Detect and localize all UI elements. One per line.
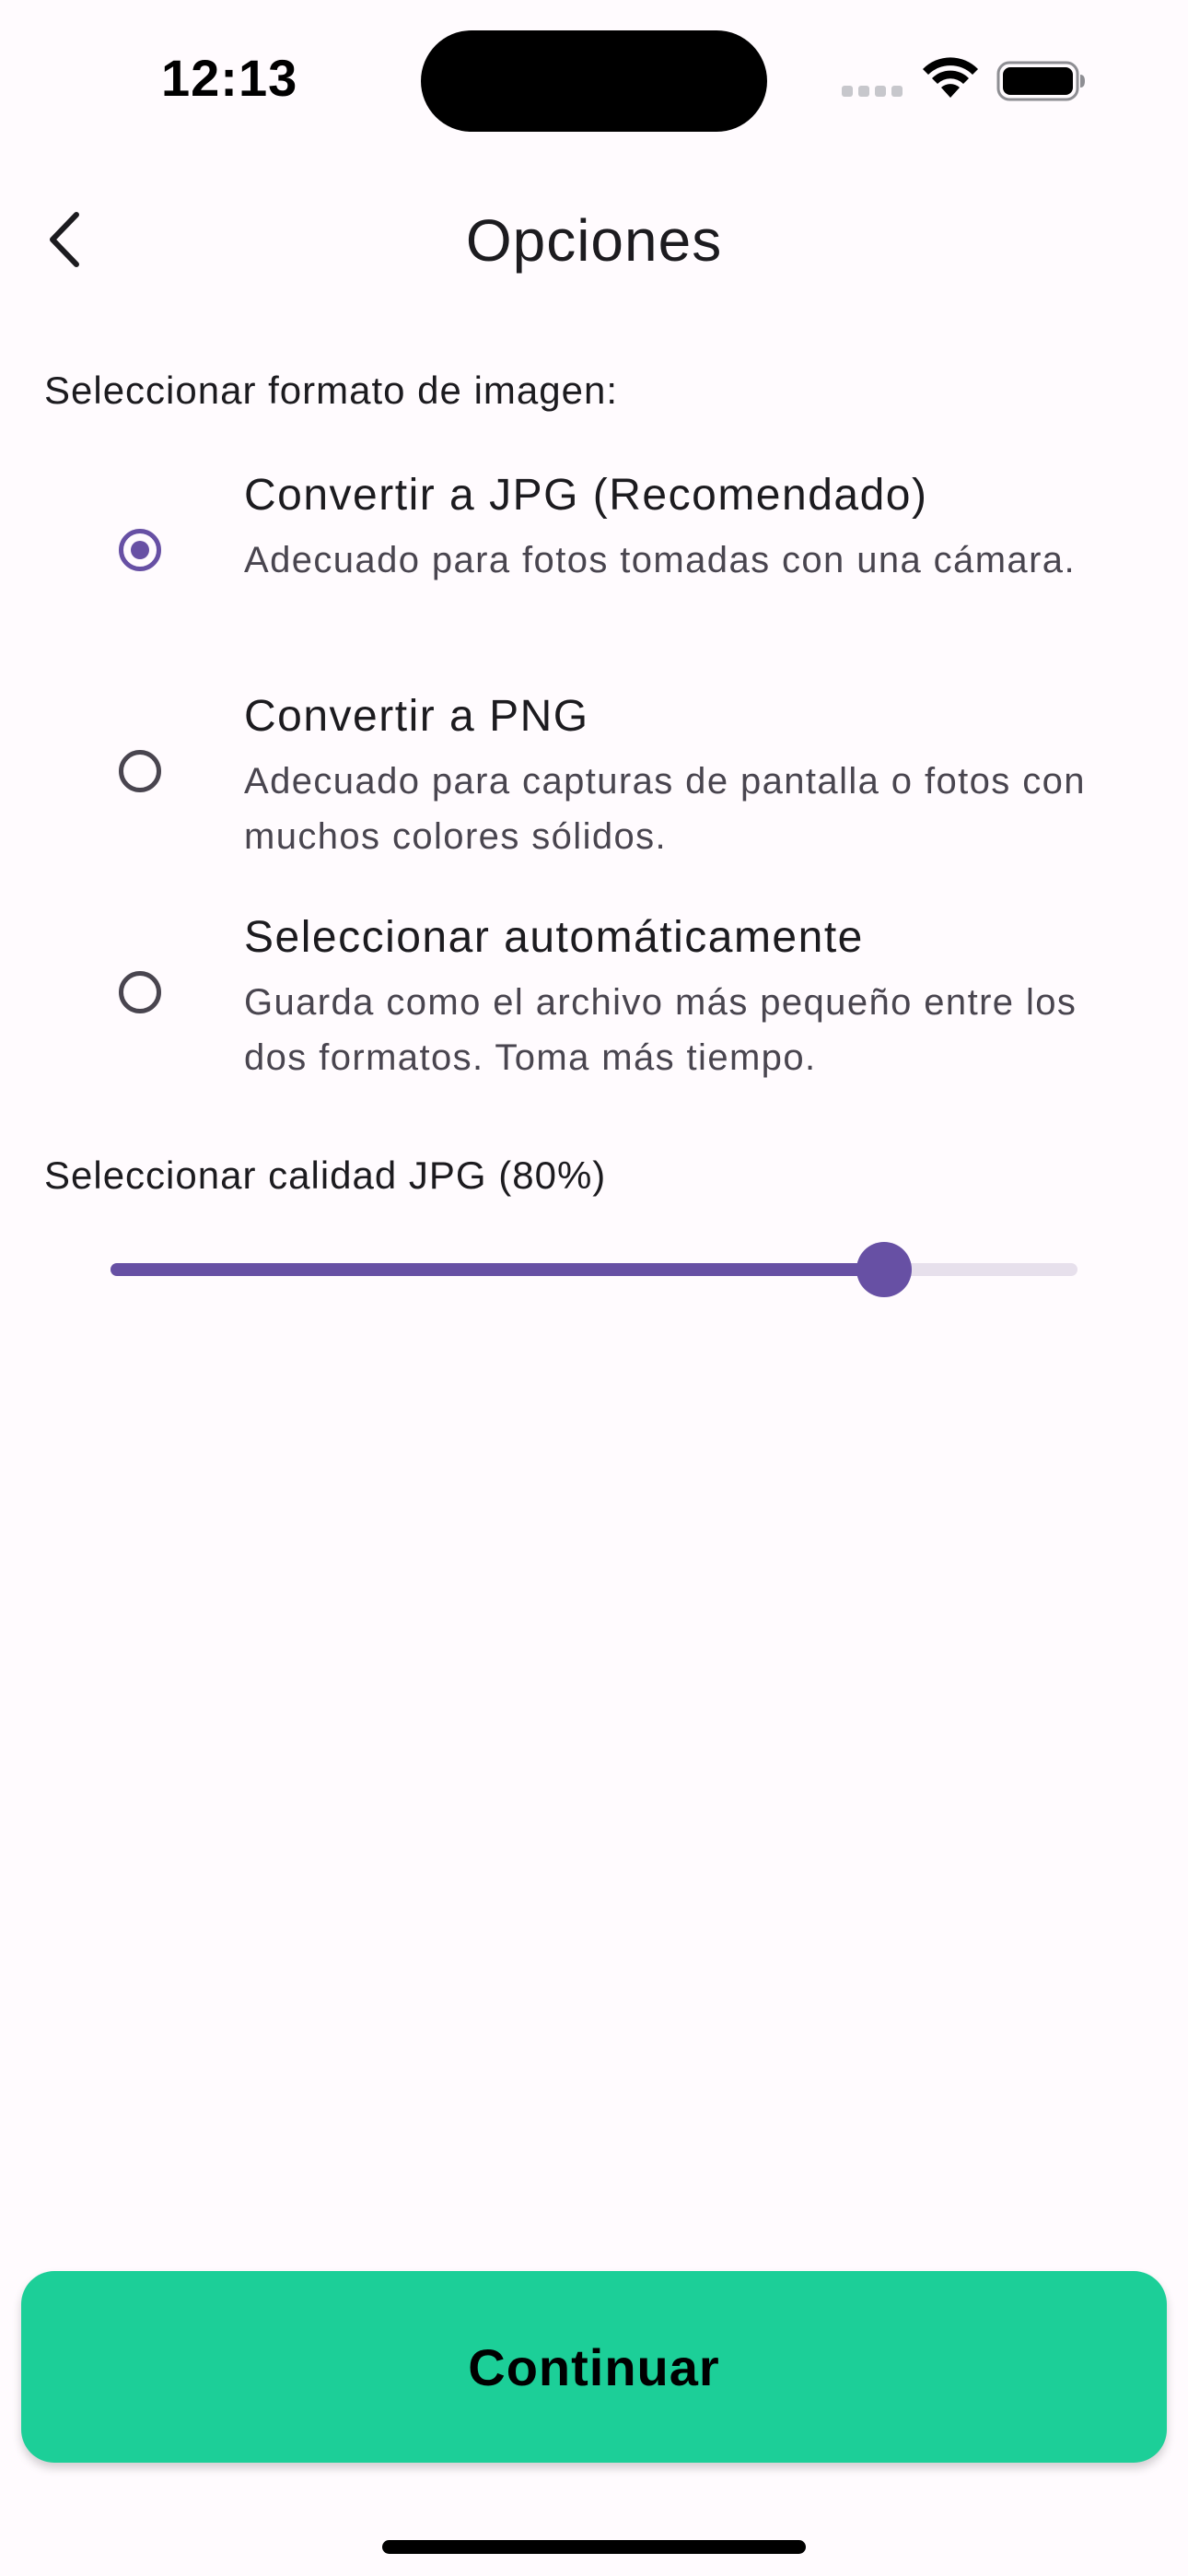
option-title: Convertir a PNG	[244, 692, 589, 741]
format-option-auto[interactable]: Seleccionar automáticamente Guarda como …	[0, 903, 1188, 1120]
wifi-icon	[923, 57, 978, 98]
battery-icon	[996, 61, 1085, 101]
format-option-jpg[interactable]: Convertir a JPG (Recomendado) Adecuado p…	[0, 461, 1188, 678]
page-title: Opciones	[465, 207, 723, 274]
format-section-label: Seleccionar formato de imagen:	[44, 369, 618, 412]
dynamic-island	[421, 30, 767, 132]
status-time: 12:13	[161, 49, 298, 107]
radio-selected-icon[interactable]	[119, 529, 161, 571]
radio-unselected-icon[interactable]	[119, 971, 161, 1013]
status-bar: 12:13	[0, 0, 1188, 147]
option-description: Adecuado para capturas de pantalla o fot…	[244, 761, 1086, 857]
continue-button[interactable]: Continuar	[21, 2271, 1167, 2463]
slider-thumb[interactable]	[856, 1242, 912, 1297]
option-description: Guarda como el archivo más pequeño entre…	[244, 982, 1077, 1078]
radio-unselected-icon[interactable]	[119, 750, 161, 792]
option-title: Seleccionar automáticamente	[244, 913, 864, 962]
option-title: Convertir a JPG (Recomendado)	[244, 471, 928, 520]
app-bar: Opciones	[0, 184, 1188, 295]
cellular-signal-icon	[842, 86, 906, 97]
slider-active-track	[111, 1263, 884, 1276]
quality-slider[interactable]	[111, 1240, 1077, 1299]
option-description: Adecuado para fotos tomadas con una cáma…	[244, 540, 1076, 580]
format-option-png[interactable]: Convertir a PNG Adecuado para capturas d…	[0, 682, 1188, 899]
home-indicator	[382, 2540, 806, 2554]
quality-section-label: Seleccionar calidad JPG (80%)	[44, 1153, 607, 1197]
